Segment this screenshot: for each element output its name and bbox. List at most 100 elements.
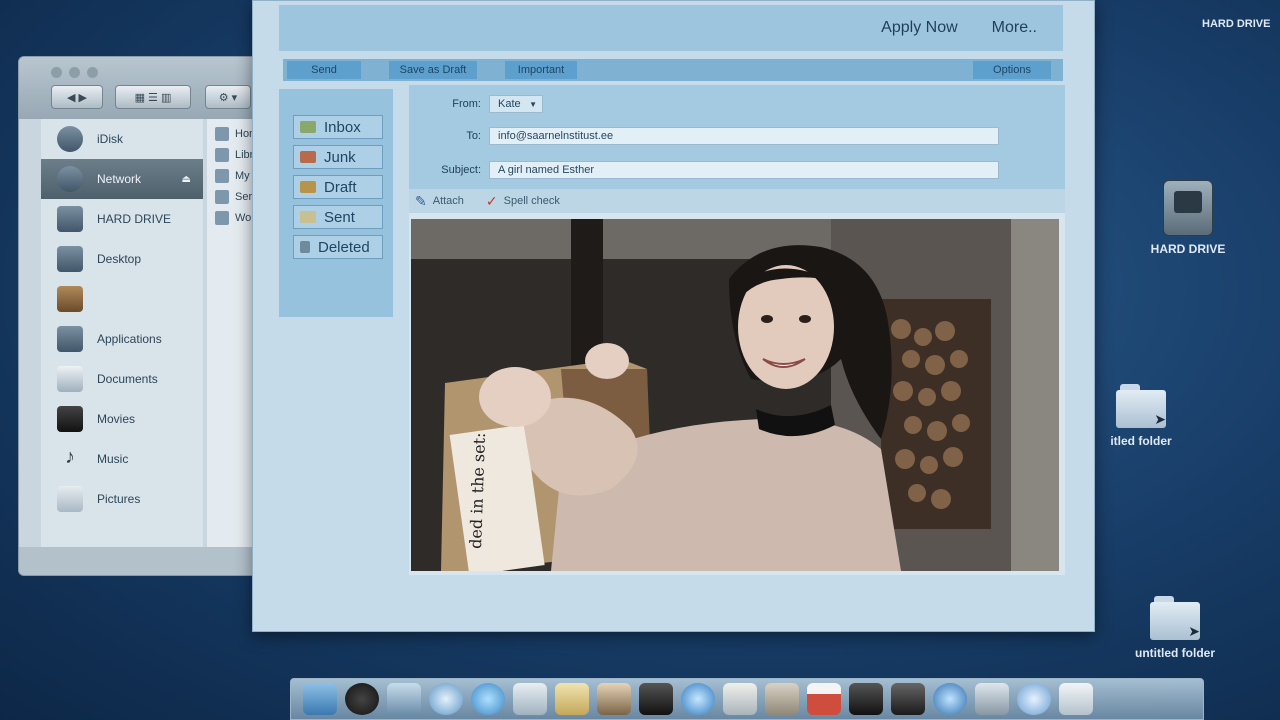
finder-statusbar xyxy=(19,547,267,575)
sidebar-item-music[interactable]: ♪ Music xyxy=(41,439,203,479)
hard-drive-icon xyxy=(57,206,83,232)
sidebar-item-hard-drive[interactable]: HARD DRIVE xyxy=(41,199,203,239)
minimize-button[interactable] xyxy=(69,67,80,78)
sidebar-item-pictures[interactable]: Pictures xyxy=(41,479,203,519)
hard-drive-label: HARD DRIVE xyxy=(1150,242,1226,256)
finder-window: ◀ ▶ ▦ ☰ ▥ ⚙ ▾ iDisk Network ⏏ HARD DRIVE… xyxy=(18,56,268,576)
to-row: To: info@saarnelnstitust.ee xyxy=(409,127,999,145)
subject-row: Subject: A girl named Esther xyxy=(409,161,999,179)
send-button[interactable]: Send xyxy=(287,61,361,79)
check-icon: ✓ xyxy=(485,192,498,209)
to-label: To: xyxy=(466,130,481,142)
message-body[interactable]: ded in the set: xyxy=(409,213,1065,575)
sidebar-item-desktop[interactable]: Desktop xyxy=(41,239,203,279)
notes-icon[interactable] xyxy=(555,683,589,715)
mail-header-fields: From: Kate ▼ To: info@saarnelnstitust.ee… xyxy=(409,85,1065,189)
calendar-icon[interactable] xyxy=(807,683,841,715)
folder-draft[interactable]: Draft xyxy=(293,175,383,199)
sidebar-item-applications[interactable]: Applications xyxy=(41,319,203,359)
spell-check-button[interactable]: ✓ Spell check xyxy=(486,193,560,210)
final-cut-icon[interactable] xyxy=(891,683,925,715)
sidebar-item-home[interactable] xyxy=(41,279,203,319)
folder-icon: ➤ xyxy=(1150,596,1200,640)
embedded-photo: ded in the set: xyxy=(411,219,1059,571)
sidebar-item-idisk[interactable]: iDisk xyxy=(41,119,203,159)
dock xyxy=(290,678,1204,720)
app-store-icon[interactable] xyxy=(681,683,715,715)
ichat-icon[interactable] xyxy=(471,683,505,715)
subject-label: Subject: xyxy=(441,164,481,176)
pencil-icon: ✎ xyxy=(415,192,427,209)
folder-label: untitled folder xyxy=(1135,646,1215,660)
desktop-untitled-folder[interactable]: ➤ untitled folder xyxy=(1120,596,1230,660)
inbox-icon xyxy=(300,121,316,133)
quicktime-icon[interactable] xyxy=(933,683,967,715)
attach-toolbar: ✎ Attach ✓ Spell check xyxy=(409,189,1065,213)
options-button[interactable]: Options xyxy=(973,61,1051,79)
desktop-hard-drive[interactable]: HARD DRIVE xyxy=(1140,180,1236,256)
to-field[interactable]: info@saarnelnstitust.ee xyxy=(489,127,999,145)
from-select[interactable]: Kate ▼ xyxy=(489,95,543,113)
hard-drive-icon xyxy=(1163,180,1213,236)
mail-folder-nav: Inbox Junk Draft Sent Deleted xyxy=(279,89,393,317)
pictures-icon xyxy=(57,486,83,512)
sidebar-item-movies[interactable]: Movies xyxy=(41,399,203,439)
folder-icon xyxy=(215,210,229,225)
dashboard-icon[interactable] xyxy=(345,683,379,715)
view-mode-buttons[interactable]: ▦ ☰ ▥ xyxy=(115,85,191,109)
from-label: From: xyxy=(452,98,481,110)
imovie-icon[interactable] xyxy=(849,683,883,715)
subject-field[interactable]: A girl named Esther xyxy=(489,161,999,179)
music-icon: ♪ xyxy=(65,446,75,468)
desktop-hard-drive-label-partial[interactable]: HARD DRIVE xyxy=(1202,18,1270,30)
desktop-icon xyxy=(57,246,83,272)
mail-compose-window: Apply Now More.. Send Save as Draft Impo… xyxy=(252,0,1095,632)
folder-icon xyxy=(215,147,229,162)
sidebar-item-network[interactable]: Network ⏏ xyxy=(41,159,203,199)
junk-icon xyxy=(300,151,316,163)
eject-icon[interactable]: ⏏ xyxy=(182,174,191,185)
cursor-icon: ➤ xyxy=(1154,411,1166,427)
folder-sent[interactable]: Sent xyxy=(293,205,383,229)
finder-icon[interactable] xyxy=(303,683,337,715)
folder-label: itled folder xyxy=(1110,434,1172,448)
home-icon xyxy=(57,286,83,312)
clapper-icon[interactable] xyxy=(639,683,673,715)
important-button[interactable]: Important xyxy=(505,61,577,79)
apply-now-link[interactable]: Apply Now xyxy=(881,19,957,37)
mail-action-bar: Send Save as Draft Important Options xyxy=(283,59,1063,81)
attach-button[interactable]: ✎ Attach xyxy=(415,193,464,210)
cursor-icon: ➤ xyxy=(1188,623,1200,639)
network-icon xyxy=(57,166,83,192)
mail-icon[interactable] xyxy=(387,683,421,715)
idisk-icon xyxy=(57,126,83,152)
action-menu-button[interactable]: ⚙ ▾ xyxy=(205,85,251,109)
script-icon[interactable] xyxy=(765,683,799,715)
more-link[interactable]: More.. xyxy=(992,19,1037,37)
iphoto-icon[interactable] xyxy=(597,683,631,715)
zoom-button[interactable] xyxy=(87,67,98,78)
folder-junk[interactable]: Junk xyxy=(293,145,383,169)
system-prefs-icon[interactable] xyxy=(975,683,1009,715)
desktop-folder-partial[interactable]: ➤ itled folder xyxy=(1096,384,1186,448)
folder-icon: ➤ xyxy=(1116,384,1166,428)
folder-icon xyxy=(215,168,229,183)
back-forward-button[interactable]: ◀ ▶ xyxy=(51,85,103,109)
box-label: ded in the set: xyxy=(466,432,489,549)
safari-icon[interactable] xyxy=(429,683,463,715)
trash-icon xyxy=(300,241,310,253)
sidebar-item-documents[interactable]: Documents xyxy=(41,359,203,399)
address-book-icon[interactable] xyxy=(513,683,547,715)
folder-deleted[interactable]: Deleted xyxy=(293,235,383,259)
preview-icon[interactable] xyxy=(723,683,757,715)
folder-icon xyxy=(215,189,229,204)
photo-illustration: ded in the set: xyxy=(411,219,1059,571)
close-button[interactable] xyxy=(51,67,62,78)
mail-top-bar: Apply Now More.. xyxy=(279,5,1063,51)
save-draft-button[interactable]: Save as Draft xyxy=(389,61,477,79)
finder-sidebar: iDisk Network ⏏ HARD DRIVE Desktop Appli… xyxy=(41,119,203,547)
documents-icon xyxy=(57,366,83,392)
trash-icon[interactable] xyxy=(1059,683,1093,715)
itunes-icon[interactable] xyxy=(1017,683,1051,715)
folder-inbox[interactable]: Inbox xyxy=(293,115,383,139)
